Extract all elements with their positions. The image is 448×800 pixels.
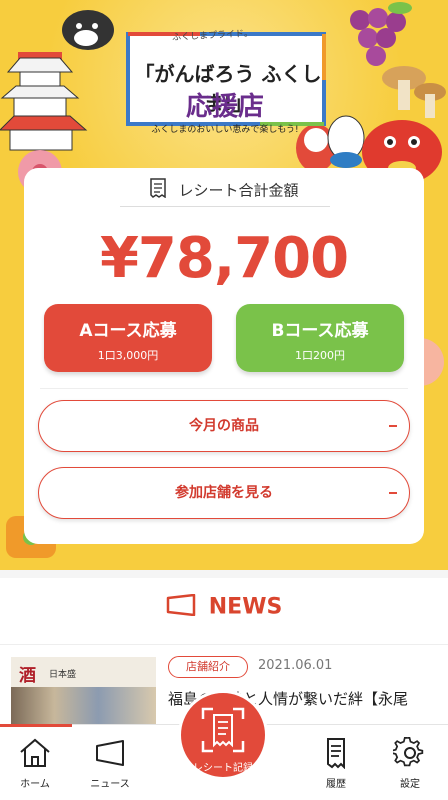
megaphone-icon <box>93 740 127 773</box>
news-category-badge: 店舗紹介 <box>168 656 248 678</box>
thumbnail-storefront <box>11 687 156 729</box>
tab-history[interactable]: 履歴 <box>306 737 366 790</box>
tab-settings[interactable]: 設定 <box>380 736 440 790</box>
app-screen: ふくしまプライド。 「がんばろう ふくしま!」 応援店 ふくしまのおいしい恵みで… <box>0 0 448 800</box>
receipt-total-label: レシート合計金額 <box>178 181 299 200</box>
banner-tagline: ふくしまのおいしい恵みで楽しもう! <box>151 125 299 135</box>
receipt-icon <box>149 178 167 202</box>
course-b-label: Bコース応募 <box>271 321 369 341</box>
home-icon <box>18 738 52 773</box>
course-a-price: 1口3,000円 <box>97 349 159 362</box>
cow-illustration <box>62 10 114 50</box>
divider <box>0 644 448 645</box>
tab-history-label: 履歴 <box>326 779 346 790</box>
monthly-products-label: 今月の商品 <box>189 418 259 434</box>
minus-icon <box>389 492 397 494</box>
campaign-banner: ふくしまプライド。 「がんばろう ふくしま!」 応援店 ふくしまのおいしい恵みで… <box>118 20 332 135</box>
receipt-total-amount: ¥78,700 <box>99 226 349 291</box>
course-a-label: Aコース応募 <box>79 321 177 341</box>
history-receipt-icon <box>319 738 353 773</box>
banner-shop-label: 応援店 <box>185 92 264 122</box>
thumbnail-shop-text: 日本盛 <box>49 670 77 680</box>
minus-icon <box>389 425 397 427</box>
megaphone-icon <box>166 593 196 620</box>
receipt-card: レシート合計金額 ¥78,700 Aコース応募 1口3,000円 Bコース応募 … <box>24 168 424 544</box>
receipt-record-button[interactable]: レシート記録 <box>178 690 268 780</box>
receipt-header: レシート合計金額 <box>24 178 424 202</box>
news-heading: NEWS <box>208 594 283 620</box>
tab-news-label: ニュース <box>90 779 130 790</box>
receipt-scan-icon <box>181 707 265 757</box>
banner-subtitle: ふくしまプライド。 <box>171 28 254 44</box>
grapes-illustration <box>350 2 412 66</box>
thumbnail-sign-text: 酒 <box>19 666 36 686</box>
tab-home-label: ホーム <box>20 779 50 790</box>
receipt-record-label: レシート記録 <box>193 763 253 774</box>
castle-illustration <box>0 52 88 151</box>
monthly-products-button[interactable]: 今月の商品 <box>38 400 410 452</box>
gear-icon <box>391 736 427 773</box>
news-date: 2021.06.01 <box>258 658 333 673</box>
divider <box>120 206 330 207</box>
participating-stores-button[interactable]: 参加店舗を見る <box>38 467 410 519</box>
news-header: NEWS <box>0 593 448 620</box>
tab-settings-label: 設定 <box>400 779 420 790</box>
active-tab-indicator <box>0 724 72 727</box>
participating-stores-label: 参加店舗を見る <box>175 485 273 501</box>
divider <box>40 388 408 389</box>
course-a-button[interactable]: Aコース応募 1口3,000円 <box>44 304 212 372</box>
course-b-button[interactable]: Bコース応募 1口200円 <box>236 304 404 372</box>
tab-news[interactable]: ニュース <box>80 737 140 790</box>
mushroom-illustration <box>382 66 446 118</box>
course-b-price: 1口200円 <box>295 349 345 362</box>
tab-home[interactable]: ホーム <box>5 737 65 790</box>
news-thumbnail[interactable]: 酒 日本盛 <box>11 657 156 729</box>
